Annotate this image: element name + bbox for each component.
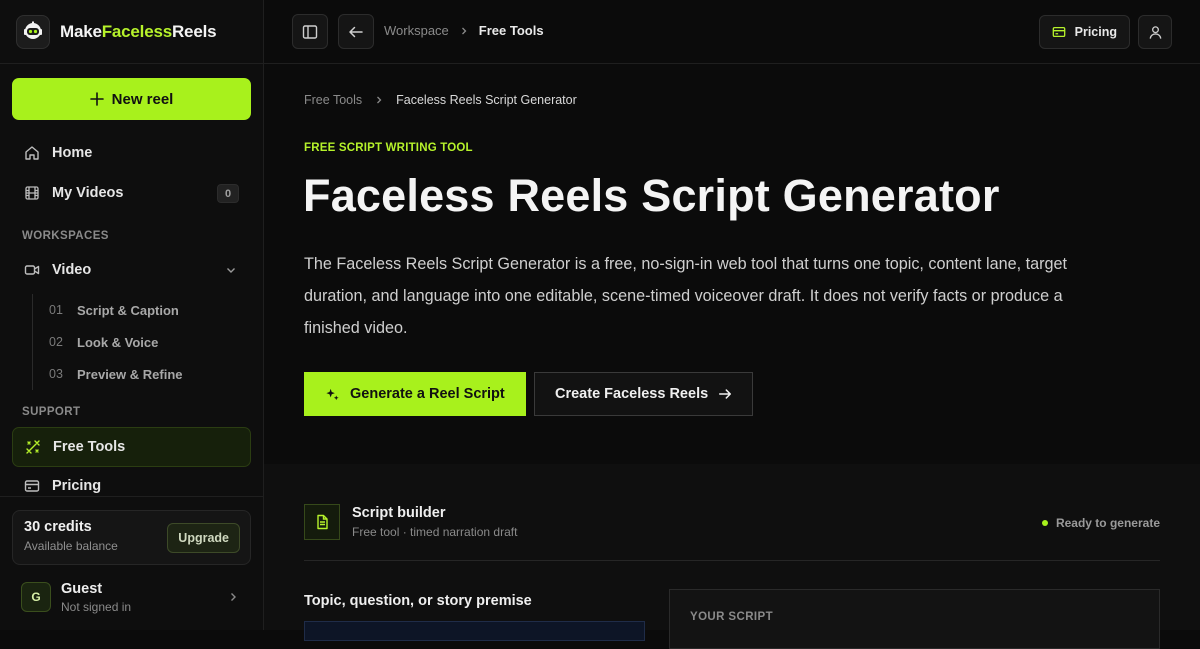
- topic-field-label: Topic, question, or story premise: [304, 593, 532, 609]
- generate-script-button[interactable]: Generate a Reel Script: [304, 372, 526, 416]
- top-bar: Workspace Free Tools Pricing: [264, 0, 1200, 64]
- sparkles-icon: [326, 388, 339, 400]
- create-reels-button[interactable]: Create Faceless Reels: [534, 372, 754, 416]
- page-breadcrumb: Free Tools Faceless Reels Script Generat…: [304, 93, 577, 107]
- sidebar-item-my-videos[interactable]: My Videos 0: [12, 173, 251, 213]
- builder-header: Script builder Free tool · timed narrati…: [304, 504, 517, 540]
- sidebar-panel-icon: [302, 24, 318, 39]
- breadcrumb-workspace[interactable]: Workspace: [384, 23, 449, 38]
- videos-count-badge: 0: [217, 184, 239, 203]
- brand-name: MakeFacelessReels: [60, 22, 217, 41]
- chevron-down-icon: [227, 268, 235, 273]
- sidebar-item-pricing[interactable]: Pricing: [12, 466, 251, 506]
- video-sub-list: 01 Script & Caption 02 Look & Voice 03 P…: [32, 294, 242, 390]
- page-description: The Faceless Reels Script Generator is a…: [304, 255, 1068, 337]
- user-icon: [1149, 25, 1161, 39]
- upgrade-button[interactable]: Upgrade: [167, 523, 240, 553]
- avatar: G: [21, 582, 51, 612]
- back-button[interactable]: [338, 14, 374, 49]
- main-content: Free Tools Faceless Reels Script Generat…: [264, 64, 1200, 649]
- chevron-right-icon: [231, 593, 236, 601]
- breadcrumb-free-tools[interactable]: Free Tools: [304, 93, 362, 107]
- chevron-right-icon: [461, 27, 467, 34]
- builder-title-group: Script builder Free tool · timed narrati…: [352, 505, 517, 539]
- sub-item-look-voice[interactable]: 02 Look & Voice: [33, 326, 242, 358]
- status-text: Ready to generate: [1055, 516, 1160, 530]
- workspaces-section-label: WORKSPACES: [22, 230, 109, 242]
- breadcrumb-current: Free Tools: [478, 23, 544, 38]
- sidebar: MakeFacelessReels New reel Home My Video…: [0, 0, 264, 630]
- sidebar-item-label: Pricing: [52, 478, 102, 494]
- arrow-left-icon: [349, 26, 363, 37]
- step-label: Look & Voice: [77, 334, 159, 350]
- brand[interactable]: MakeFacelessReels: [16, 15, 217, 49]
- page-title: Faceless Reels Script Generator: [303, 170, 1000, 221]
- user-status: Not signed in: [61, 599, 132, 614]
- plus-icon: [89, 92, 104, 106]
- document-icon: [304, 504, 340, 540]
- builder-title: Script builder: [352, 505, 446, 521]
- breadcrumb: Workspace Free Tools: [384, 23, 544, 38]
- sidebar-item-home[interactable]: Home: [12, 133, 251, 173]
- sidebar-item-label: Home: [52, 145, 93, 161]
- builder-subtitle: Free tool · timed narration draft: [352, 525, 518, 539]
- credit-card-icon: [24, 480, 40, 492]
- status-badge: Ready to generate: [1041, 516, 1160, 530]
- create-reels-label: Create Faceless Reels: [555, 386, 709, 402]
- chevron-right-icon: [377, 96, 382, 104]
- status-dot-icon: [1041, 520, 1048, 526]
- step-label: Preview & Refine: [77, 366, 183, 382]
- topic-input[interactable]: [304, 621, 645, 641]
- sidebar-item-label: Free Tools: [53, 439, 126, 455]
- user-info: Guest Not signed in: [61, 581, 131, 614]
- credits-card: 30 credits Available balance Upgrade: [12, 510, 251, 565]
- tools-icon: [26, 440, 40, 454]
- pricing-button[interactable]: Pricing: [1038, 15, 1130, 49]
- sub-item-script-caption[interactable]: 01 Script & Caption: [33, 294, 242, 326]
- eyebrow-label: FREE SCRIPT WRITING TOOL: [304, 142, 473, 154]
- sidebar-item-video[interactable]: Video: [12, 250, 251, 290]
- support-section-label: SUPPORT: [22, 406, 81, 418]
- pricing-label: Pricing: [1074, 25, 1117, 39]
- script-output-panel: YOUR SCRIPT: [669, 589, 1160, 649]
- toggle-sidebar-button[interactable]: [292, 14, 328, 49]
- new-reel-label: New reel: [111, 90, 174, 108]
- sidebar-item-label: My Videos: [52, 185, 124, 201]
- logo-icon: [16, 15, 50, 49]
- divider: [304, 560, 1160, 561]
- user-name: Guest: [61, 580, 103, 597]
- sub-item-preview-refine[interactable]: 03 Preview & Refine: [33, 358, 242, 390]
- step-label: Script & Caption: [77, 302, 179, 318]
- sidebar-item-label: Video: [52, 262, 92, 278]
- breadcrumb-current: Faceless Reels Script Generator: [396, 93, 577, 107]
- home-icon: [25, 146, 39, 160]
- step-number: 02: [49, 335, 63, 349]
- generate-script-label: Generate a Reel Script: [350, 386, 505, 402]
- credit-card-icon: [1052, 26, 1065, 38]
- video-camera-icon: [24, 265, 40, 275]
- profile-button[interactable]: [1138, 15, 1172, 49]
- script-builder: Script builder Free tool · timed narrati…: [264, 464, 1200, 649]
- sidebar-item-free-tools[interactable]: Free Tools: [12, 427, 251, 467]
- divider: [0, 496, 263, 497]
- new-reel-button[interactable]: New reel: [12, 78, 251, 120]
- film-icon: [25, 186, 39, 200]
- step-number: 03: [49, 367, 63, 381]
- step-number: 01: [49, 303, 63, 317]
- divider: [0, 63, 263, 64]
- script-panel-label: YOUR SCRIPT: [690, 611, 773, 623]
- arrow-right-icon: [719, 389, 732, 399]
- user-menu[interactable]: G Guest Not signed in: [12, 574, 251, 620]
